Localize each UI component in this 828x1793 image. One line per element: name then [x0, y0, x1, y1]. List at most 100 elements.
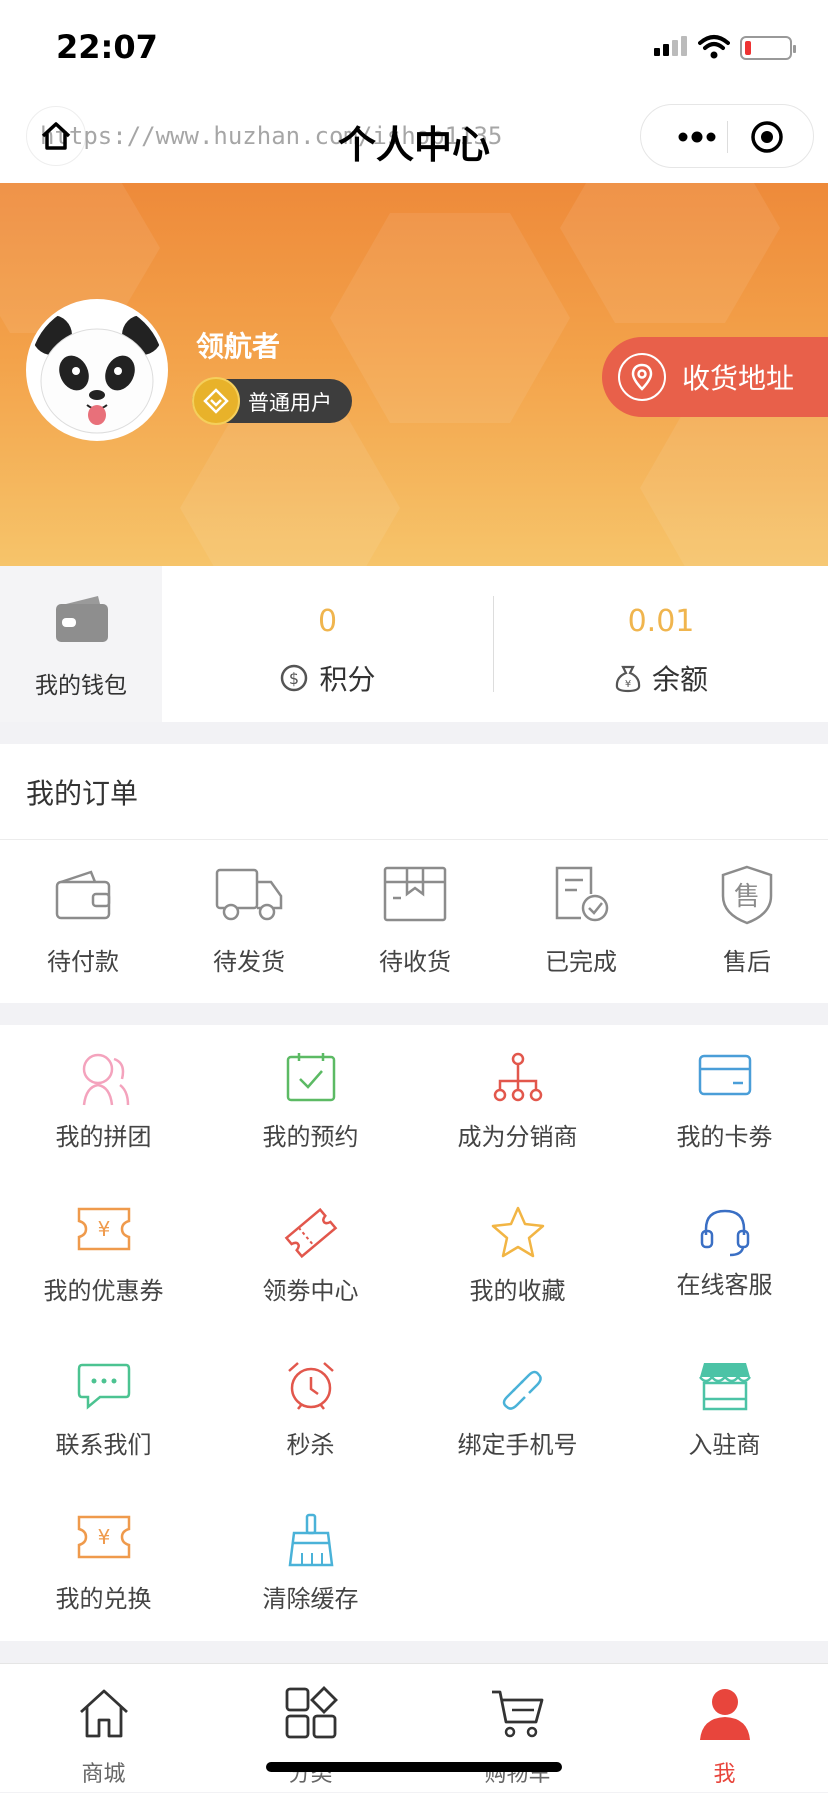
tab-category[interactable]: 分类 [207, 1664, 414, 1793]
background-hexagon [560, 183, 780, 323]
ticket-icon [284, 1207, 337, 1259]
truck-icon [215, 868, 283, 921]
service-my-coupons[interactable]: ¥ 我的优惠券 [0, 1179, 207, 1333]
avatar[interactable] [26, 299, 168, 441]
link-icon [502, 1370, 542, 1410]
member-level-label: 普通用户 [248, 391, 332, 415]
balance-label-row: ¥ 余额 [494, 658, 828, 698]
completed-icon [555, 866, 609, 922]
close-mini-program-button[interactable] [747, 117, 787, 157]
service-label: 领劵中心 [262, 1277, 359, 1305]
service-merchant-join[interactable]: 入驻商 [621, 1333, 828, 1487]
order-label: 待付款 [47, 948, 119, 976]
wallet-icon [56, 596, 108, 642]
chat-icon [77, 1363, 130, 1410]
service-my-reservation[interactable]: 我的预约 [207, 1025, 414, 1179]
service-label: 我的优惠券 [43, 1277, 164, 1305]
divider [0, 839, 828, 840]
signal-icon [654, 36, 687, 56]
shipping-address-button[interactable]: 收货地址 [602, 337, 828, 417]
service-label: 入驻商 [688, 1431, 761, 1459]
service-my-exchange[interactable]: ¥ 我的兑换 [0, 1487, 207, 1641]
order-label: 已完成 [545, 948, 617, 976]
service-my-card[interactable]: 我的卡劵 [621, 1025, 828, 1179]
more-button[interactable] [667, 117, 727, 157]
more-icon [678, 131, 716, 143]
exchange-icon: ¥ [77, 1515, 130, 1559]
services-grid: 我的拼团 我的预约 成为分销商 我的卡劵 ¥ 我的优惠券 领劵中心 我的收藏 在… [0, 1025, 828, 1641]
service-bind-phone[interactable]: 绑定手机号 [414, 1333, 621, 1487]
service-label: 联系我们 [55, 1431, 152, 1459]
service-label: 在线客服 [676, 1271, 773, 1299]
wallet-section: 我的钱包 0 $ 积分 0.01 ¥ 余额 [0, 566, 828, 722]
tab-label: 分类 [288, 1762, 333, 1787]
tab-me[interactable]: 我 [621, 1664, 828, 1793]
svg-text:¥: ¥ [97, 1525, 110, 1549]
wallet-icon [55, 870, 111, 920]
home-indicator[interactable] [266, 1762, 562, 1772]
my-wallet-label: 我的钱包 [35, 673, 127, 699]
order-after-sales[interactable]: 售 售后 [664, 864, 828, 984]
service-become-distributor[interactable]: 成为分销商 [414, 1025, 621, 1179]
svg-text:¥: ¥ [625, 679, 631, 690]
background-hexagon [180, 413, 400, 566]
headset-icon [700, 1209, 749, 1257]
status-bar: 22:07 [0, 0, 828, 90]
service-label: 成为分销商 [457, 1123, 578, 1151]
service-label: 绑定手机号 [457, 1431, 578, 1459]
profile-header: 领航者 普通用户 收货地址 [0, 183, 828, 566]
shipping-address-label: 收货地址 [682, 362, 795, 395]
home-icon [79, 1689, 128, 1738]
balance-stat[interactable]: 0.01 ¥ 余额 [494, 566, 828, 722]
order-pending-shipment[interactable]: 待发货 [166, 864, 332, 984]
order-pending-payment[interactable]: 待付款 [0, 864, 166, 984]
service-flash-sale[interactable]: 秒杀 [207, 1333, 414, 1487]
alarm-icon [287, 1362, 334, 1410]
order-label: 售后 [723, 948, 771, 976]
svg-text:售: 售 [734, 882, 760, 912]
service-contact-us[interactable]: 联系我们 [0, 1333, 207, 1487]
order-completed[interactable]: 已完成 [498, 864, 664, 984]
diamond-icon [192, 377, 240, 425]
tab-cart[interactable]: 购物车 [414, 1664, 621, 1793]
card-icon [698, 1054, 751, 1096]
star-icon [491, 1206, 544, 1258]
target-icon [751, 121, 783, 153]
bottom-tab-bar: 商城 分类 购物车 我 [0, 1663, 828, 1792]
status-time: 22:07 [56, 28, 158, 66]
coin-icon: $ [281, 664, 308, 692]
cart-icon [491, 1690, 543, 1738]
panda-avatar [30, 303, 164, 437]
my-wallet-button[interactable]: 我的钱包 [0, 566, 162, 722]
order-label: 待收货 [379, 948, 451, 976]
service-my-favorites[interactable]: 我的收藏 [414, 1179, 621, 1333]
tab-label: 购物车 [484, 1762, 551, 1787]
tab-label: 我 [713, 1762, 736, 1787]
svg-text:¥: ¥ [97, 1217, 110, 1241]
capsule-divider [727, 121, 728, 153]
points-stat[interactable]: 0 $ 积分 [162, 566, 493, 722]
shield-icon: 售 [721, 865, 773, 925]
distribution-icon [493, 1052, 542, 1102]
order-pending-receipt[interactable]: 待收货 [332, 864, 498, 984]
background-hexagon [330, 213, 570, 423]
service-label: 我的卡劵 [676, 1123, 773, 1151]
watermark: https://www.huzhan.com/ishop1135 [40, 122, 503, 150]
service-coupon-center[interactable]: 领劵中心 [207, 1179, 414, 1333]
service-label: 我的预约 [262, 1123, 359, 1151]
package-icon [383, 866, 447, 922]
broom-icon [288, 1513, 333, 1567]
points-value: 0 [317, 604, 338, 639]
service-clear-cache[interactable]: 清除缓存 [207, 1487, 414, 1641]
wifi-icon [698, 35, 730, 59]
balance-value: 0.01 [627, 604, 695, 639]
service-my-group-buy[interactable]: 我的拼团 [0, 1025, 207, 1179]
service-online-support[interactable]: 在线客服 [621, 1179, 828, 1333]
member-level-badge: 普通用户 [192, 377, 352, 425]
my-orders-title[interactable]: 我的订单 [26, 772, 138, 812]
tab-mall[interactable]: 商城 [0, 1664, 207, 1793]
points-label-row: $ 积分 [162, 658, 493, 698]
username: 领航者 [196, 330, 281, 363]
battery-icon [740, 36, 796, 60]
service-label: 我的拼团 [55, 1123, 152, 1151]
